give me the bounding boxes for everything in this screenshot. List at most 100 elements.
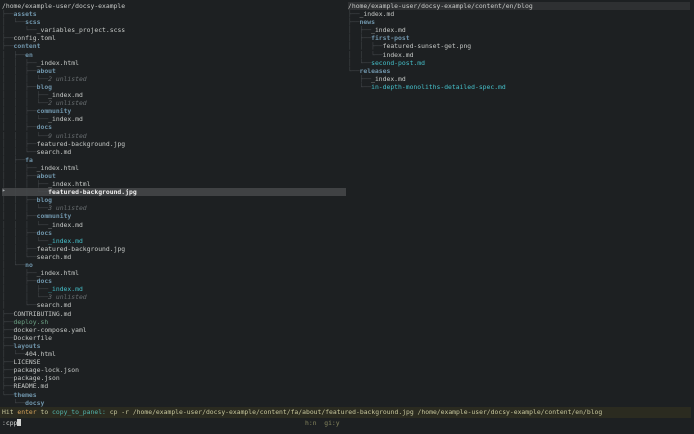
tree-branch-lines: └── — [2, 390, 14, 399]
tree-row[interactable]: ├──Dockerfile — [2, 334, 346, 342]
tree-branch-lines: │ └── — [2, 301, 37, 310]
tree-row[interactable]: └──in-depth-monoliths-detailed-spec.md — [348, 83, 690, 91]
tree-branch-lines: │ │ ├── — [2, 171, 37, 180]
directory-name: about — [36, 171, 56, 180]
tree-row[interactable]: │ │ ├──featured-background.jpg — [2, 245, 346, 253]
tree-row[interactable]: ├──config.toml — [2, 34, 346, 42]
tree-row[interactable]: ├──docker-compose.yaml — [2, 326, 346, 334]
tree-row[interactable]: ├──content — [2, 42, 346, 50]
tree-row[interactable]: └──docsy — [2, 399, 346, 407]
file-name: index.md — [382, 50, 414, 59]
tree-branch-lines: │ │ └── — [2, 252, 37, 261]
directory-name: fa — [25, 155, 33, 164]
tree-row[interactable]: │ │ ├──about — [2, 172, 346, 180]
tree-row[interactable]: │ │ │ └──2 unlisted — [2, 75, 346, 83]
right-panel: /home/example-user/docsy-example/content… — [348, 2, 690, 91]
tree-row[interactable]: │ └──second-post.md — [348, 59, 690, 67]
unlisted-count: 2 unlisted — [48, 99, 87, 108]
tree-row[interactable]: │ │ ├──docs — [2, 229, 346, 237]
tree-branch-lines: │ │ │ ├── — [2, 91, 49, 100]
tree-row[interactable]: │ │ │ └──featured-background.jpg ▸ — [2, 187, 346, 197]
tree-row[interactable]: │ │ │ └──_index.md — [2, 237, 346, 245]
tree-row[interactable]: │ ├──_index.md — [348, 26, 690, 34]
file-name: in-depth-monoliths-detailed-spec.md — [371, 82, 506, 91]
tree-branch-lines: │ └── — [2, 261, 26, 269]
tree-row[interactable]: └──themes — [2, 391, 346, 399]
tree-row[interactable]: ├──package.json — [2, 374, 346, 382]
tree-row[interactable]: ├──package-lock.json — [2, 366, 346, 374]
tree-row[interactable]: │ └──no — [2, 261, 346, 269]
tree-branch-lines: │ ├── — [348, 34, 372, 43]
tree-row[interactable]: │ └──_variables_project.scss — [2, 26, 346, 34]
tree-row[interactable]: │ │ ├──featured-sunset-get.png — [348, 42, 690, 50]
directory-name: scss — [25, 18, 41, 27]
file-name: second-post.md — [371, 58, 425, 67]
tree-branch-lines: │ │ │ └── — [2, 74, 49, 83]
tree-row[interactable]: │ │ ├──blog — [2, 83, 346, 91]
tree-row[interactable]: ├──deploy.sh — [2, 318, 346, 326]
tree-row[interactable]: ├──_index.md — [348, 75, 690, 83]
tree-branch-lines: ├── — [2, 317, 14, 326]
tree-branch-lines: ├── — [348, 10, 360, 19]
directory-name: docs — [36, 123, 53, 132]
file-name: _index.md — [359, 10, 395, 19]
tree-row[interactable]: │ │ ├──docs — [2, 123, 346, 131]
tree-branch-lines: │ └── — [2, 350, 26, 359]
tree-branch-lines: │ │ ├── — [348, 42, 383, 51]
tree-row[interactable]: ├──layouts — [2, 342, 346, 350]
right-tree: ├──_index.md ├──news │ ├──_index.md │ ├──fi… — [348, 10, 690, 91]
tree-row[interactable]: │ │ │ ├──_index.html — [2, 180, 346, 188]
file-name: _index.md — [371, 74, 406, 83]
tree-row[interactable]: │ ├──_index.html — [2, 269, 346, 277]
file-name: _index.md — [48, 115, 83, 124]
tree-row[interactable]: │ │ ├──featured-background.jpg — [2, 140, 346, 148]
unlisted-count: 9 unlisted — [48, 131, 87, 140]
tree-row[interactable]: │ │ │ └──9 unlisted — [2, 132, 346, 140]
tree-row[interactable]: ├──LICENSE — [2, 358, 346, 366]
tree-row[interactable]: │ ├──first-post — [348, 34, 690, 42]
tree-row[interactable]: │ ├──docs — [2, 277, 346, 285]
tree-branch-lines: ├── — [2, 34, 14, 43]
tree-row[interactable]: │ ├──fa — [2, 156, 346, 164]
tree-branch-lines: ├── — [2, 374, 14, 383]
broot-app: /home/example-user/docsy-example ├──asse… — [0, 0, 694, 434]
tree-branch-lines: │ ├── — [2, 50, 26, 59]
command-input-value[interactable]: :cpp — [2, 419, 17, 427]
tree-row[interactable]: │ └──search.md — [2, 301, 346, 309]
tree-row[interactable]: │ │ ├──_index.html — [2, 164, 346, 172]
tree-row[interactable]: │ │ │ ├──_index.md — [2, 91, 346, 99]
tree-branch-lines: └── — [348, 82, 372, 91]
tree-branch-lines: │ │ │ └── — [2, 131, 49, 140]
tree-row[interactable]: ├──assets — [2, 10, 346, 18]
left-panel-root-path: /home/example-user/docsy-example — [2, 2, 126, 10]
tree-branch-lines: │ └── — [348, 58, 372, 67]
tree-row[interactable]: │ │ │ └──_index.md — [2, 115, 346, 123]
command-input-row[interactable]: :cpp h:n gi:y — [2, 418, 692, 429]
directory-name: content — [13, 42, 41, 51]
tree-row[interactable]: │ │ │ └──_index.md — [2, 221, 346, 229]
tree-row[interactable]: ├──CONTRIBUTING.md — [2, 310, 346, 318]
directory-name: about — [36, 66, 56, 75]
tree-row[interactable]: │ │ └──search.md — [2, 148, 346, 156]
left-tree: ├──assets │ └── scss │ └──_variables_projec… — [2, 10, 346, 407]
tree-row[interactable]: ├──README.md — [2, 382, 346, 390]
tree-row[interactable]: │ │ └──index.md — [348, 51, 690, 59]
tree-branch-lines: │ │ ├── — [2, 244, 37, 253]
tree-row[interactable]: ├──_index.md — [348, 10, 690, 18]
file-name: 404.html — [25, 350, 56, 359]
tree-row[interactable]: │ │ ├──about — [2, 67, 346, 75]
tree-row[interactable]: │ └──404.html — [2, 350, 346, 358]
tree-branch-lines: │ │ │ └── — [2, 220, 49, 229]
tree-branch-lines: │ │ ├── — [2, 212, 37, 221]
tree-row[interactable]: ├──news — [348, 18, 690, 26]
file-name: Dockerfile — [13, 333, 53, 342]
tree-branch-lines: │ │ └── — [2, 147, 37, 156]
tree-row[interactable]: │ │ ├──_index.html — [2, 59, 346, 67]
file-name: docker-compose.yaml — [13, 325, 87, 334]
tree-row[interactable]: │ │ ├──community — [2, 212, 346, 220]
tree-row[interactable]: │ │ │ └──3 unlisted — [2, 204, 346, 212]
tree-row[interactable]: └──releases — [348, 67, 690, 75]
tree-row[interactable]: │ │ └──search.md — [2, 253, 346, 261]
tree-row[interactable]: │ ├──en — [2, 51, 346, 59]
tree-row[interactable]: │ │ │ └──2 unlisted — [2, 99, 346, 107]
